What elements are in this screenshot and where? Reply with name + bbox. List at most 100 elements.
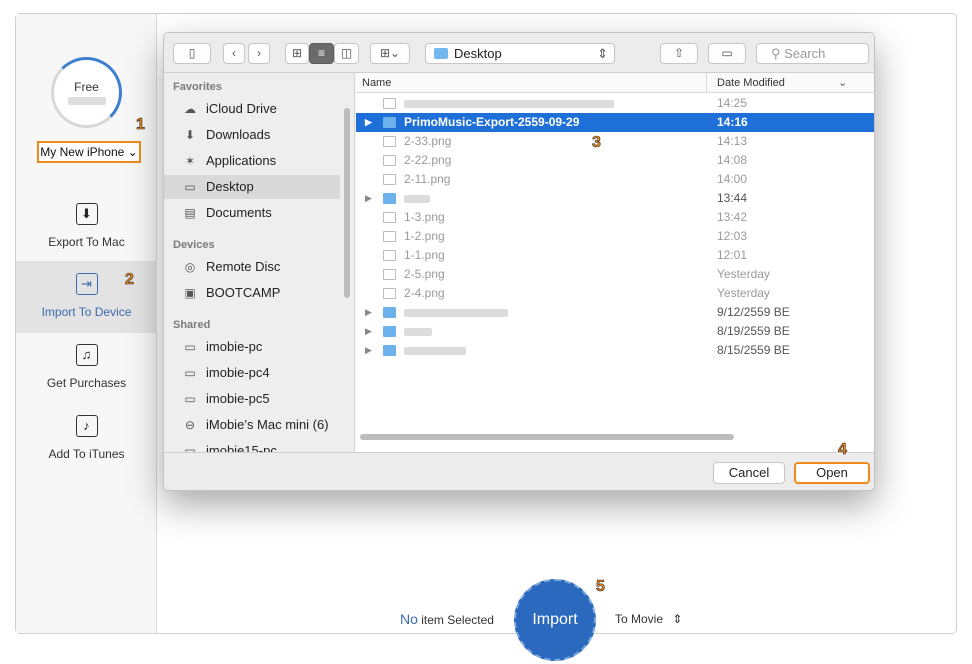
import-button[interactable]: Import (514, 579, 596, 661)
dialog-toolbar: ▯ ‹ › ⊞ ≡ ◫ ⊞⌄ Desktop ⇕ ⇧ ▭ ⚲ Search (164, 33, 874, 73)
devices-heading: Devices (173, 239, 215, 251)
sidebar-scrollbar[interactable] (344, 108, 350, 298)
file-row[interactable]: 1-3.png 13:42 (356, 208, 874, 227)
sidebar-item-bootcamp[interactable]: ▣ BOOTCAMP (164, 281, 340, 305)
horizontal-scrollbar[interactable] (360, 434, 734, 440)
file-row[interactable]: 1-2.png 12:03 (356, 227, 874, 246)
column-view-button[interactable]: ◫ (334, 43, 359, 64)
file-date: 14:08 (717, 153, 748, 167)
file-icon (383, 212, 396, 223)
file-row[interactable]: 2-11.png 14:00 (356, 170, 874, 189)
file-icon (383, 250, 396, 261)
sidebar-item-shared-pc[interactable]: ▭ imobie-pc (164, 335, 340, 359)
file-date: 12:03 (717, 229, 748, 243)
folder-icon (383, 117, 396, 128)
disclosure-triangle-icon[interactable]: ▶ (365, 303, 372, 322)
file-date: 14:25 (717, 96, 748, 110)
disclosure-triangle-icon[interactable]: ▶ (365, 341, 372, 360)
sidebar-toggle-button[interactable]: ▯ (173, 43, 211, 64)
file-row[interactable]: 2-33.png 14:13 (356, 132, 874, 151)
disclosure-triangle-icon[interactable]: ▶ (365, 113, 372, 132)
sidebar-item-applications[interactable]: ✶ Applications (164, 149, 340, 173)
location-selector[interactable]: Desktop ⇕ (425, 43, 615, 64)
nav-label: Add To iTunes (48, 447, 125, 461)
file-list-header: Name Date Modified ⌄ (356, 73, 874, 93)
file-date: 13:44 (717, 191, 748, 205)
sidebar-item-downloads[interactable]: ⬇ Downloads (164, 123, 340, 147)
name-column-header[interactable]: Name (362, 77, 391, 89)
file-row[interactable]: 14:25 (356, 94, 874, 113)
file-row[interactable]: 2-4.png Yesterday (356, 284, 874, 303)
cancel-button[interactable]: Cancel (713, 462, 785, 484)
tag-button[interactable]: ▭ (708, 43, 746, 64)
folder-icon (383, 345, 396, 356)
nav-label: Get Purchases (46, 376, 127, 390)
file-date: 12:01 (717, 248, 748, 262)
sidebar-item-label: Documents (206, 205, 272, 220)
file-row[interactable]: 2-22.png 14:08 (356, 151, 874, 170)
nav-get-purchases[interactable]: ♫ Get Purchases (16, 344, 157, 414)
column-divider (706, 73, 707, 93)
file-name-redacted (404, 309, 508, 317)
file-icon (383, 98, 396, 109)
file-name-redacted (404, 195, 430, 203)
sidebar-item-shared-mac-mini[interactable]: ⊖ iMobie’s Mac mini (6) (164, 413, 340, 437)
sidebar-item-label: Remote Disc (206, 259, 281, 274)
sidebar-item-shared-pc[interactable]: ▭ imobie-pc4 (164, 361, 340, 385)
share-icon: ⇧ (673, 46, 685, 60)
computer-icon: ▭ (184, 392, 196, 406)
sidebar-item-label: Downloads (206, 127, 271, 142)
file-row[interactable]: ▶ PrimoMusic-Export-2559-09-29 14:16 (356, 113, 874, 132)
icon-view-button[interactable]: ⊞ (285, 43, 309, 64)
file-icon (383, 231, 396, 242)
sidebar-item-remote-disc[interactable]: ◎ Remote Disc (164, 255, 340, 279)
selection-status-text: item Selected (421, 613, 494, 627)
arrange-button[interactable]: ⊞⌄ (370, 43, 410, 64)
back-button[interactable]: ‹ (223, 43, 245, 64)
sidebar-item-desktop[interactable]: ▭ Desktop (164, 175, 340, 199)
columns-icon: ◫ (340, 46, 353, 60)
search-field[interactable]: ⚲ Search (756, 43, 869, 64)
mac-mini-icon: ⊖ (184, 418, 196, 432)
export-icon: ⬇ (75, 203, 98, 225)
sidebar-item-documents[interactable]: ▤ Documents (164, 201, 340, 225)
file-row[interactable]: ▶ 8/19/2559 BE (356, 322, 874, 341)
file-row[interactable]: 1-1.png 12:01 (356, 246, 874, 265)
file-row[interactable]: 2-5.png Yesterday (356, 265, 874, 284)
cloud-icon: ☁ (184, 102, 196, 116)
list-view-button[interactable]: ≡ (309, 43, 334, 64)
sidebar-item-shared-pc[interactable]: ▭ imobie15-pc (164, 439, 340, 452)
folder-icon (383, 326, 396, 337)
file-row[interactable]: ▶ 13:44 (356, 189, 874, 208)
share-button[interactable]: ⇧ (660, 43, 698, 64)
nav-import-to-device[interactable]: ⇥ Import To Device (16, 261, 157, 333)
device-selector[interactable]: My New iPhone ⌄ (37, 141, 141, 163)
sidebar-item-label: BOOTCAMP (206, 285, 281, 300)
disclosure-triangle-icon[interactable]: ▶ (365, 322, 372, 341)
grid-icon: ⊞ (291, 46, 303, 60)
nav-label: Export To Mac (48, 235, 125, 249)
file-row[interactable]: ▶ 9/12/2559 BE (356, 303, 874, 322)
disclosure-triangle-icon[interactable]: ▶ (365, 189, 372, 208)
date-column-header[interactable]: Date Modified (717, 77, 785, 89)
file-name: 2-33.png (404, 134, 452, 148)
file-date: Yesterday (717, 267, 770, 281)
file-name: 2-11.png (404, 172, 451, 186)
favorites-heading: Favorites (173, 81, 222, 93)
sidebar-item-shared-pc[interactable]: ▭ imobie-pc5 (164, 387, 340, 411)
file-icon (383, 155, 396, 166)
open-button[interactable]: Open (794, 462, 870, 484)
computer-icon: ▭ (184, 340, 196, 354)
device-name: My New iPhone (40, 145, 125, 159)
storage-value-redacted (68, 97, 106, 105)
file-row[interactable]: ▶ 8/15/2559 BE (356, 341, 874, 360)
forward-button[interactable]: › (248, 43, 270, 64)
step-badge-5: 5 (596, 578, 606, 596)
import-target-selector[interactable]: To Movie ⇕ (615, 612, 682, 626)
nav-add-to-itunes[interactable]: ♪ Add To iTunes (16, 415, 157, 485)
storage-ring: Free (51, 57, 122, 128)
sidebar-item-icloud-drive[interactable]: ☁ iCloud Drive (164, 97, 340, 121)
step-badge-4: 4 (838, 441, 848, 459)
file-name: 1-1.png (404, 248, 445, 262)
itunes-icon: ♪ (75, 415, 98, 437)
